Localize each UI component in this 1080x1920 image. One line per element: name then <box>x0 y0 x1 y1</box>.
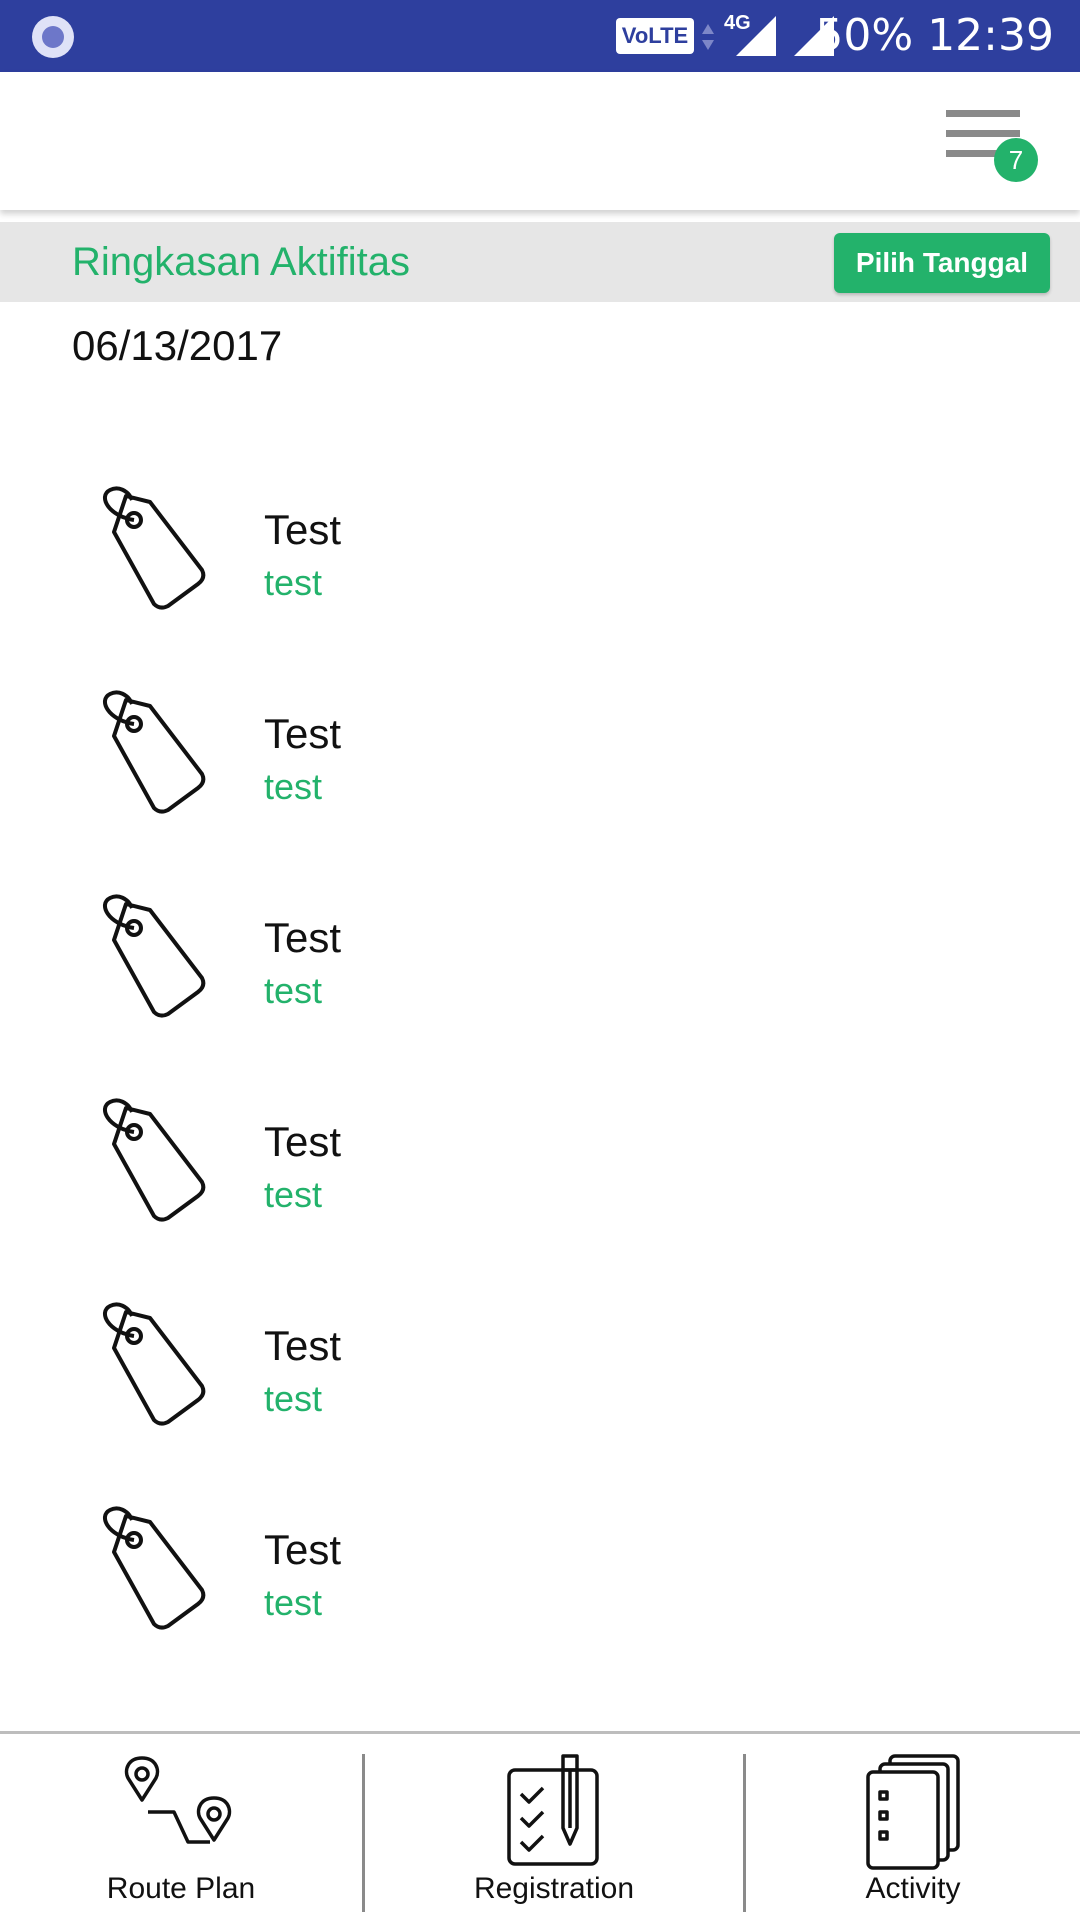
nav-registration[interactable]: Registration <box>365 1734 743 1920</box>
status-bar: VoLTE 4G 50% 12:39 <box>0 0 1080 72</box>
activity-list: Test test Test test Test test Test test <box>0 452 1080 1676</box>
section-title: Ringkasan Aktifitas <box>72 240 410 284</box>
nav-activity[interactable]: Activity <box>746 1734 1080 1920</box>
list-item[interactable]: Test test <box>0 452 1080 656</box>
battery-level: 50% <box>815 10 914 61</box>
list-item[interactable]: Test test <box>0 1472 1080 1676</box>
item-title: Test <box>264 914 342 961</box>
tag-icon <box>103 1098 206 1222</box>
item-title: Test <box>264 1322 342 1369</box>
battery-time: 50% 12:39 <box>815 10 1054 61</box>
item-title: Test <box>264 1526 342 1573</box>
list-item[interactable]: Test test <box>0 1268 1080 1472</box>
hamburger-icon <box>946 110 1020 117</box>
pick-date-button[interactable]: Pilih Tanggal <box>834 233 1050 293</box>
volte-badge: VoLTE <box>616 18 694 54</box>
list-item[interactable]: Test test <box>0 860 1080 1064</box>
item-subtitle: test <box>264 562 323 603</box>
route-icon <box>124 1756 232 1844</box>
tag-icon <box>103 1506 206 1630</box>
list-item[interactable]: Test test <box>0 1064 1080 1268</box>
item-subtitle: test <box>264 970 323 1011</box>
section-header: Ringkasan Aktifitas Pilih Tanggal <box>0 222 1080 302</box>
checklist-icon <box>507 1754 599 1866</box>
selected-date: 06/13/2017 <box>72 322 283 369</box>
nav-label-activity: Activity <box>865 1872 961 1905</box>
list-item[interactable]: Test test <box>0 656 1080 860</box>
app-toolbar: 7 <box>0 72 1080 210</box>
item-subtitle: test <box>264 1582 323 1623</box>
item-title: Test <box>264 506 342 553</box>
hamburger-icon-line <box>946 130 1020 137</box>
item-title: Test <box>264 1118 342 1165</box>
nav-label-registration: Registration <box>473 1872 635 1905</box>
tag-icon <box>103 894 206 1018</box>
item-subtitle: test <box>264 1174 323 1215</box>
network-type-label: 4G <box>724 12 751 34</box>
menu-button[interactable]: 7 <box>944 110 1038 200</box>
nav-route-plan[interactable]: Route Plan <box>0 1734 362 1920</box>
tag-icon <box>103 486 206 610</box>
bottom-navigation: Route Plan Registration Activity <box>0 1731 1080 1920</box>
clock: 12:39 <box>927 10 1054 61</box>
tag-icon <box>103 690 206 814</box>
item-subtitle: test <box>264 766 323 807</box>
data-activity-icon <box>702 24 714 50</box>
item-title: Test <box>264 710 342 757</box>
tag-icon <box>103 1302 206 1426</box>
item-subtitle: test <box>264 1378 323 1419</box>
notification-badge: 7 <box>994 138 1038 182</box>
activity-cards-icon <box>866 1754 960 1870</box>
app-notification-icon <box>32 16 74 58</box>
nav-label-route-plan: Route Plan <box>106 1872 256 1905</box>
